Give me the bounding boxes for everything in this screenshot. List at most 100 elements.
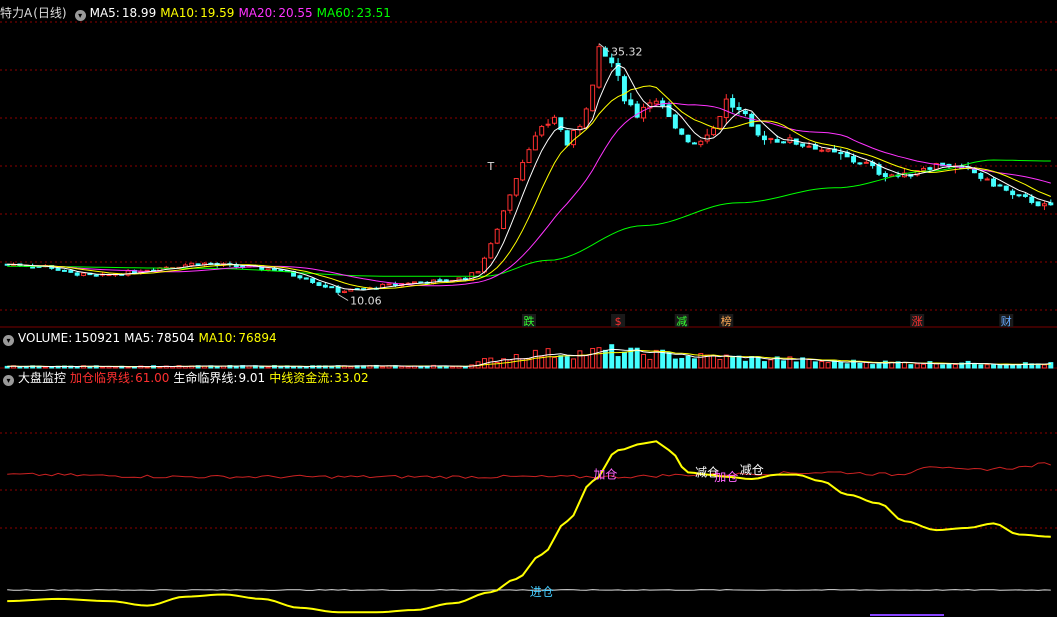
volume-bar[interactable]	[291, 366, 297, 369]
candle[interactable]	[978, 173, 984, 179]
volume-bar[interactable]	[551, 357, 557, 369]
candle[interactable]	[806, 145, 812, 148]
volume-bar[interactable]	[812, 361, 818, 369]
candle[interactable]	[921, 167, 927, 171]
volume-bar[interactable]	[17, 366, 23, 369]
candle[interactable]	[736, 107, 742, 111]
volume-bar[interactable]	[901, 361, 907, 369]
volume-bar[interactable]	[1022, 362, 1028, 369]
volume-bar[interactable]	[399, 366, 405, 369]
volume-bar[interactable]	[755, 356, 761, 369]
volume-bar[interactable]	[672, 358, 678, 369]
volume-bar[interactable]	[997, 364, 1003, 369]
volume-bar[interactable]	[564, 356, 570, 369]
volume-bar[interactable]	[634, 347, 640, 369]
volume-bar[interactable]	[723, 354, 729, 369]
candle[interactable]	[1035, 201, 1041, 207]
settings-icon[interactable]: ▾	[3, 335, 14, 346]
volume-bar[interactable]	[838, 361, 844, 369]
candle[interactable]	[322, 284, 328, 288]
candle[interactable]	[437, 279, 443, 282]
candle[interactable]	[61, 269, 67, 272]
volume-bar[interactable]	[921, 363, 927, 369]
candle[interactable]	[539, 126, 545, 136]
candle[interactable]	[189, 262, 195, 266]
candle[interactable]	[526, 149, 532, 164]
candle[interactable]	[838, 152, 844, 155]
candle[interactable]	[513, 178, 519, 196]
candle[interactable]	[742, 110, 748, 115]
volume-bar[interactable]	[297, 366, 303, 369]
volume-bar[interactable]	[380, 366, 386, 369]
candle[interactable]	[341, 290, 347, 293]
volume-bar[interactable]	[462, 366, 468, 369]
settings-icon[interactable]: ▾	[74, 10, 86, 21]
candle[interactable]	[863, 161, 869, 164]
volume-bar[interactable]	[558, 355, 564, 369]
candle[interactable]	[819, 149, 825, 152]
volume-bar[interactable]	[768, 359, 774, 369]
candle[interactable]	[717, 115, 723, 129]
candle[interactable]	[329, 286, 335, 289]
indicator-panel[interactable]: 进仓加仓 减仓加仓 减仓	[7, 440, 1051, 616]
candle[interactable]	[857, 162, 863, 165]
candle[interactable]	[691, 142, 697, 145]
volume-bar[interactable]	[532, 349, 538, 369]
volume-bar[interactable]	[984, 364, 990, 369]
candle[interactable]	[621, 76, 627, 102]
candle[interactable]	[81, 272, 87, 276]
volume-bar[interactable]	[978, 364, 984, 369]
candle[interactable]	[488, 243, 494, 259]
candle[interactable]	[882, 173, 888, 178]
candle[interactable]	[392, 283, 398, 286]
candle[interactable]	[303, 277, 309, 280]
candle[interactable]	[997, 184, 1003, 187]
candle[interactable]	[583, 108, 589, 129]
volume-bar[interactable]	[844, 363, 850, 369]
volume-bar[interactable]	[621, 351, 627, 369]
volume-bar[interactable]	[806, 358, 812, 369]
volume-bar[interactable]	[914, 363, 920, 369]
candle[interactable]	[609, 57, 615, 64]
candle[interactable]	[68, 270, 74, 273]
volume-bar[interactable]	[653, 349, 659, 369]
candle[interactable]	[698, 140, 704, 146]
candle[interactable]	[1029, 196, 1035, 203]
volume-bar[interactable]	[717, 358, 723, 369]
candle[interactable]	[125, 270, 131, 276]
candle[interactable]	[774, 139, 780, 143]
candle[interactable]	[520, 162, 526, 181]
candle[interactable]	[590, 84, 596, 112]
candle[interactable]	[768, 137, 774, 141]
volume-bar[interactable]	[940, 364, 946, 369]
volume-bar[interactable]	[933, 363, 939, 369]
volume-bar[interactable]	[876, 363, 882, 369]
candle[interactable]	[685, 134, 691, 143]
candle[interactable]	[1041, 203, 1047, 207]
candle[interactable]	[278, 269, 284, 272]
volume-bar[interactable]	[749, 356, 755, 369]
candle[interactable]	[800, 143, 806, 147]
candle[interactable]	[1022, 194, 1028, 197]
candle[interactable]	[755, 124, 761, 136]
candle[interactable]	[679, 128, 685, 135]
candle[interactable]	[851, 156, 857, 163]
volume-bar[interactable]	[265, 366, 271, 369]
candle[interactable]	[30, 266, 36, 269]
candle[interactable]	[316, 282, 322, 286]
volume-bar[interactable]	[641, 353, 647, 369]
candle[interactable]	[475, 271, 481, 274]
candle[interactable]	[265, 268, 271, 271]
volume-bar[interactable]	[971, 363, 977, 369]
volume-bar[interactable]	[539, 356, 545, 369]
candle[interactable]	[596, 46, 602, 88]
candle[interactable]	[641, 106, 647, 119]
volume-bar[interactable]	[819, 361, 825, 369]
candle[interactable]	[653, 100, 659, 105]
candle[interactable]	[551, 116, 557, 124]
volume-bar[interactable]	[1010, 364, 1016, 369]
volume-bar[interactable]	[450, 366, 456, 369]
candle[interactable]	[386, 283, 392, 286]
volume-bar[interactable]	[685, 355, 691, 369]
volume-bar[interactable]	[144, 366, 150, 369]
